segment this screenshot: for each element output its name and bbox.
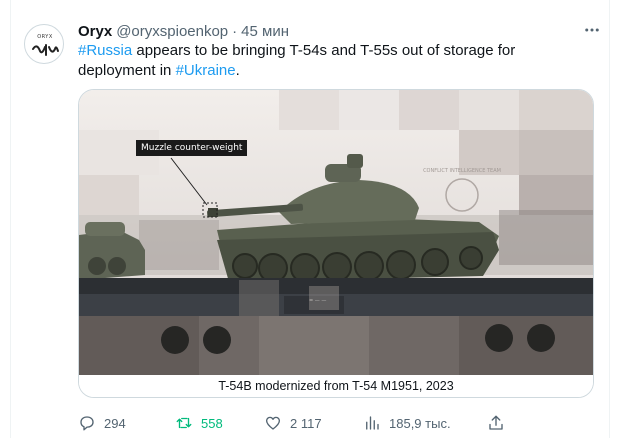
avatar[interactable]: ORYX	[24, 24, 64, 64]
reply-count: 294	[104, 415, 126, 431]
author-name[interactable]: Oryx	[78, 23, 112, 40]
tweet-text-part: appears to be bringing T-54s and T-55s o…	[78, 42, 516, 79]
reply-button[interactable]: 294	[78, 413, 126, 433]
media-caption: T-54B modernized from T-54 M1951, 2023	[79, 375, 593, 397]
views-count: 185,9 тыс.	[389, 415, 451, 431]
share-button[interactable]	[487, 413, 505, 433]
retweet-count: 558	[201, 415, 223, 431]
more-options-button[interactable]	[580, 18, 604, 42]
heart-icon	[265, 416, 281, 430]
views-button[interactable]: 185,9 тыс.	[363, 413, 451, 433]
media-card[interactable]: CONFLICT INTELLIGENCE TEAM = — — Muzzle …	[78, 89, 594, 398]
watermark-text: CONFLICT INTELLIGENCE TEAM	[423, 168, 501, 174]
svg-text:ORYX: ORYX	[37, 34, 53, 40]
more-horizontal-icon	[585, 28, 599, 32]
muzzle-counter-weight-label: Muzzle counter-weight	[136, 140, 248, 156]
retweet-icon	[176, 417, 192, 429]
like-button[interactable]: 2 117	[264, 413, 322, 433]
share-icon	[489, 415, 503, 430]
tweet-text-end: .	[235, 62, 240, 79]
oryx-logo-icon: ORYX	[32, 34, 59, 56]
views-chart-icon	[366, 416, 379, 430]
hashtag-link-russia[interactable]: #Russia	[78, 42, 132, 59]
hashtag-link-ukraine[interactable]: #Ukraine	[176, 62, 236, 79]
tweet-text: #Russia appears to be bringing T-54s and…	[78, 41, 594, 81]
separator-dot: ·	[232, 22, 238, 40]
like-count: 2 117	[290, 415, 322, 431]
retweet-button[interactable]: 558	[175, 413, 223, 433]
tank-photo[interactable]: CONFLICT INTELLIGENCE TEAM = — —	[79, 90, 593, 375]
author-handle[interactable]: @oryxspioenkop	[116, 23, 228, 40]
tweet-actions: 294 558 2 117 185,9 тыс.	[78, 413, 594, 433]
tweet-timestamp[interactable]: 45 мин	[241, 23, 289, 40]
reply-icon	[80, 416, 94, 431]
tweet-header: Oryx @oryxspioenkop · 45 мин	[78, 21, 289, 41]
